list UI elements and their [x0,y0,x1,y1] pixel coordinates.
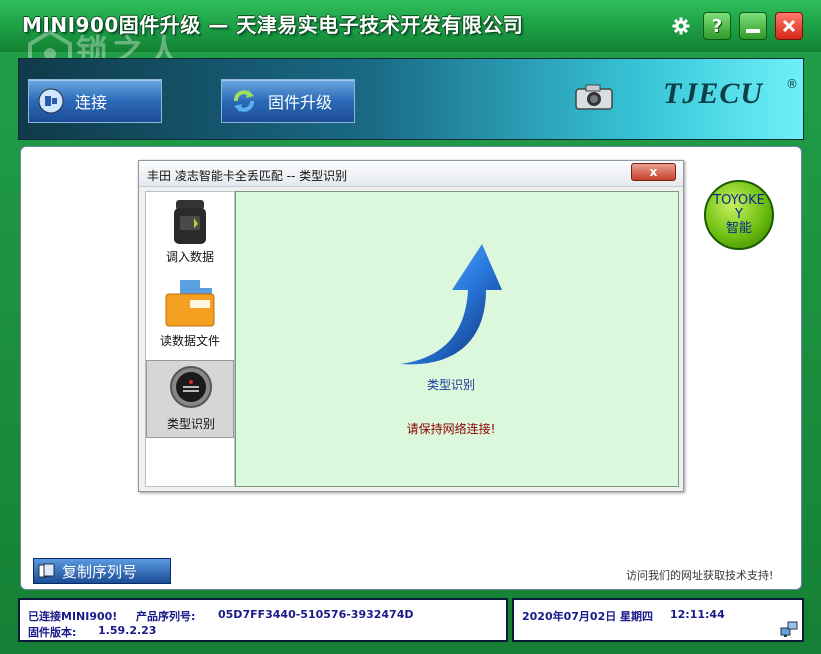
camera-icon[interactable] [574,83,614,111]
status-panel-datetime: 2020年07月02日 星期四 12:11:44 [512,598,804,642]
minimize-button[interactable] [739,12,767,40]
network-warning: 请保持网络连接! [406,422,496,436]
side-item-type-identify-label: 类型识别 [166,417,215,431]
status-weekday: 星期四 [620,610,653,623]
firmware-upgrade-button[interactable]: 固件升级 [221,79,355,123]
close-icon [782,19,796,33]
brand-logo: TJECU [663,77,764,110]
badge-line1: TOYOKE [713,193,765,208]
dialog-title-bar[interactable]: 丰田 凌志智能卡全丢匹配 -- 类型识别 x [139,161,683,187]
copy-serial-label: 复制序列号 [62,562,138,581]
settings-gear-icon[interactable] [668,12,694,40]
help-button[interactable]: ? [703,12,731,40]
window-title: MINI900固件升级 — 天津易实电子技术开发有限公司 [22,13,524,37]
firmware-label: 固件版本: [28,626,77,639]
minimize-icon [746,29,760,33]
firmware-value: 1.59.2.23 [98,624,157,637]
folder-icon [165,280,215,327]
app-window: MINI900固件升级 — 天津易实电子技术开发有限公司 ? 锁之人 连接 固件… [0,0,821,654]
connect-button[interactable]: 连接 [28,79,162,123]
serial-label: 产品序列号: [136,610,196,623]
dialog-content-panel: 类型识别 请保持网络连接! [235,191,679,487]
toolbar: 连接 固件升级 TJECU ® [18,58,804,140]
side-item-load-data-label: 调入数据 [165,250,214,264]
network-icon [780,621,798,637]
side-item-type-identify[interactable]: 类型识别 [146,360,234,438]
connect-label: 连接 [75,93,108,112]
side-item-read-file-label: 读数据文件 [159,334,220,348]
dialog-close-button[interactable]: x [631,163,676,181]
status-connected: 已连接MINI900! [28,610,118,623]
dialog-title: 丰田 凌志智能卡全丢匹配 -- 类型识别 [147,169,348,183]
type-identify-dialog: 丰田 凌志智能卡全丢匹配 -- 类型识别 x 调入数据 读数据文件 类型识别 类… [138,160,684,492]
close-button[interactable] [775,12,803,40]
dialog-side-panel: 调入数据 读数据文件 类型识别 [145,191,235,487]
up-arrow-icon [400,244,502,365]
side-item-read-file[interactable]: 读数据文件 [146,276,234,354]
brand-registered-mark: ® [786,77,798,91]
title-bar[interactable]: MINI900固件升级 — 天津易实电子技术开发有限公司 ? [0,0,821,52]
connect-icon [38,88,64,114]
copy-icon [38,563,55,578]
toyokey-badge[interactable]: TOYOKE Y 智能 [704,180,774,250]
start-stop-button-icon [170,366,212,408]
side-item-load-data[interactable]: 调入数据 [146,192,234,270]
status-time: 12:11:44 [670,608,725,621]
badge-line3: 智能 [725,221,752,236]
status-panel-device: 已连接MINI900! 产品序列号: 05D7FF3440-510576-393… [18,598,508,642]
obd-device-icon [174,200,206,244]
firmware-upgrade-label: 固件升级 [268,93,333,112]
serial-value: 05D7FF3440-510576-3932474D [218,608,414,621]
help-icon: ? [711,15,723,37]
copy-serial-button[interactable]: 复制序列号 [33,558,171,584]
refresh-icon [234,90,254,112]
support-link-text[interactable]: 访问我们的网址获取技术支持! [626,567,773,583]
status-date: 2020年07月02日 [522,610,617,623]
content-label: 类型识别 [426,378,475,392]
badge-line2: Y [735,207,743,222]
